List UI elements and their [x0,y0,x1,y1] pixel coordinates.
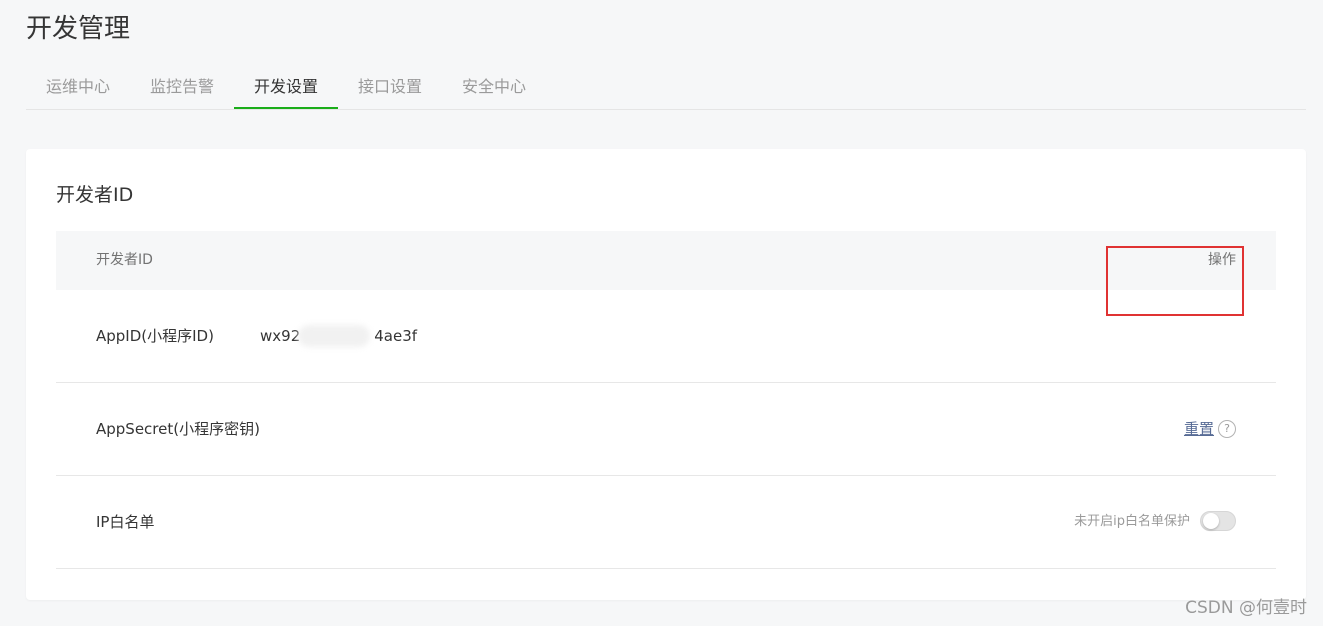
tab-dev-settings[interactable]: 开发设置 [234,66,338,109]
watermark: CSDN @何壹时 [1185,598,1307,618]
highlight-box [1106,246,1244,316]
table-row-appsecret: AppSecret(小程序密钥) 重置 ? [56,383,1276,476]
redaction-blur [298,325,370,347]
tab-security-center[interactable]: 安全中心 [442,66,546,108]
tab-monitoring-alerts[interactable]: 监控告警 [130,66,234,108]
table-row-appid: AppID(小程序ID) wx92 4ae3f [56,290,1276,383]
developer-id-card: 开发者ID 开发者ID 操作 AppID(小程序ID) wx92 4ae3f Ap… [26,149,1306,600]
appsecret-label: AppSecret(小程序密钥) [96,420,260,438]
toggle-knob [1203,513,1219,529]
header-developer-id: 开发者ID [96,252,153,268]
tab-bar: 运维中心 监控告警 开发设置 接口设置 安全中心 [26,66,1306,110]
card-title: 开发者ID [56,184,134,206]
page-title: 开发管理 [26,14,131,44]
question-circle-icon[interactable]: ? [1218,420,1236,438]
ip-whitelist-label: IP白名单 [96,513,155,531]
ip-whitelist-toggle[interactable] [1200,511,1236,531]
tab-ops-center[interactable]: 运维中心 [26,66,130,108]
table-row-ip-whitelist: IP白名单 未开启ip白名单保护 [56,476,1276,569]
reset-secret-link[interactable]: 重置 [1184,383,1214,475]
appid-label: AppID(小程序ID) [96,327,214,345]
tab-api-settings[interactable]: 接口设置 [338,66,442,108]
developer-id-table: 开发者ID 操作 AppID(小程序ID) wx92 4ae3f AppSecre… [56,231,1276,569]
ip-whitelist-status: 未开启ip白名单保护 [1074,514,1190,529]
appid-value-suffix: 4ae3f [374,327,418,345]
table-header: 开发者ID 操作 [56,231,1276,290]
appid-value-prefix: wx92 [260,327,301,345]
